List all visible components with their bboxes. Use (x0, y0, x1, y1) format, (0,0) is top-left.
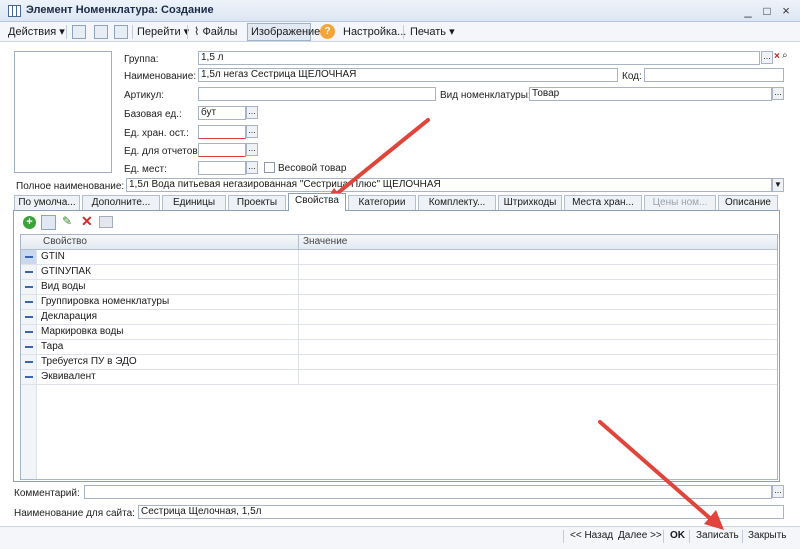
arrow-to-save-button (598, 420, 724, 530)
tab-properties[interactable]: Свойства (288, 193, 346, 211)
annotation-arrows (322, 118, 724, 530)
